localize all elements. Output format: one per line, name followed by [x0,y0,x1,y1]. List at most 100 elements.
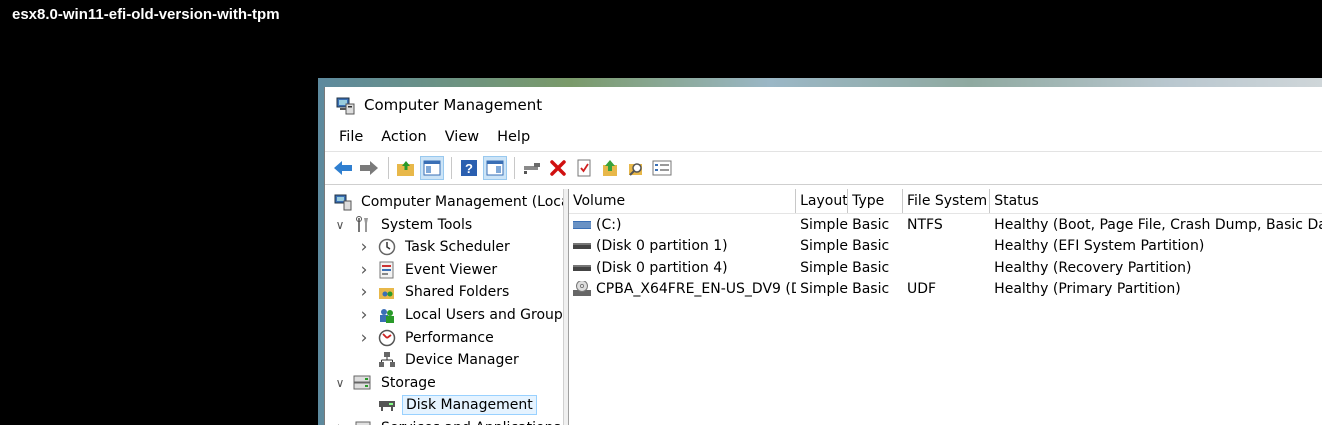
column-header-file-system[interactable]: File System [903,189,991,213]
collapsed-chevron-icon[interactable]: › [357,260,371,280]
column-header-layout[interactable]: Layout [796,189,849,213]
tree-item-label: Shared Folders [405,284,510,301]
back-icon[interactable] [331,156,355,180]
collapsed-chevron-icon[interactable]: › [357,328,371,348]
tree-item-label: Task Scheduler [405,239,510,256]
export-icon[interactable] [598,156,622,180]
status-cell: Healthy (Primary Partition) [994,281,1181,298]
tree-item-system-tools[interactable]: ∨ System Tools [333,214,475,236]
tree-item-event-viewer[interactable]: › Event Viewer [357,259,500,281]
volume-name: (Disk 0 partition 4) [596,259,728,276]
collapsed-chevron-icon[interactable]: › [357,305,371,325]
menu-action[interactable]: Action [372,129,435,145]
toolbar-separator [451,157,452,179]
layout-cell: Simple [800,216,848,233]
column-header-status[interactable]: Status [990,189,1322,213]
volume-cell: (C:) [569,217,796,233]
console-tree[interactable]: Computer Management (Local ∨ System Tools ›… [325,189,564,425]
tree-item-label: Services and Applications [378,419,563,425]
layout-cell: Simple [800,259,848,276]
clock-icon [377,237,397,257]
tree-item-performance[interactable]: › Performance [357,327,497,349]
tree-item-storage[interactable]: ∨ Storage [333,372,439,394]
volume-rows: (C:) Simple Basic NTFS Healthy (Boot, Page F… [569,214,1322,300]
tree-item-label: Event Viewer [405,261,498,278]
shared-folder-icon [377,282,397,302]
list-icon[interactable] [650,156,674,180]
expanded-chevron-icon[interactable]: ∨ [333,218,347,232]
title-bar[interactable]: Computer Management [325,87,1322,123]
tree-item-computer-management-local[interactable]: Computer Management (Local [333,191,564,213]
disk-icon [573,239,591,253]
disk-icon [573,261,591,275]
toolbar: ? [325,151,1322,185]
tree-item-local-users-and-groups[interactable]: › Local Users and Groups [357,304,564,326]
tree-item-label: Disk Management [402,395,537,416]
table-row[interactable]: (Disk 0 partition 1) Simple Basic Healthy (… [569,236,1322,258]
show-hide-action-pane-icon[interactable] [483,156,507,180]
disk-management-icon [377,395,397,415]
volume-list-header: Volume Layout Type File System Status [569,189,1322,214]
volume-cell: CPBA_X64FRE_EN-US_DV9 (D:) [569,281,796,297]
column-header-type[interactable]: Type [848,189,903,213]
tree-item-label: Local Users and Groups [405,307,564,323]
tree-item-services-and-applications[interactable]: › Services and Applications [333,417,563,425]
menu-file[interactable]: File [330,129,372,145]
tree-item-task-scheduler[interactable]: › Task Scheduler [357,236,513,258]
delete-icon[interactable] [546,156,570,180]
status-cell: Healthy (EFI System Partition) [994,238,1205,255]
striped-disk-icon [573,218,591,232]
type-cell: Basic [852,281,890,298]
table-row[interactable]: (Disk 0 partition 4) Simple Basic Healthy (… [569,257,1322,279]
content-panes: Computer Management (Local ∨ System Tools ›… [325,189,1322,425]
forward-icon[interactable] [357,156,381,180]
collapsed-chevron-icon[interactable]: › [357,237,371,257]
services-icon [353,418,373,425]
layout-cell: Simple [800,238,848,255]
properties-icon[interactable] [572,156,596,180]
tree-item-label: Storage [381,374,436,391]
tree-item-label: Performance [405,329,494,346]
performance-icon [377,328,397,348]
table-row[interactable]: CPBA_X64FRE_EN-US_DV9 (D:) Simple Basic UDF… [569,279,1322,301]
volume-cell: (Disk 0 partition 4) [569,260,796,276]
device-manager-icon [377,350,397,370]
computer-management-window[interactable]: Computer Management File Action View Hel… [324,87,1322,425]
help-icon[interactable]: ? [457,156,481,180]
volume-cell: (Disk 0 partition 1) [569,238,796,254]
volume-name: (C:) [596,216,622,233]
toolbar-separator [514,157,515,179]
expanded-chevron-icon[interactable]: ∨ [333,376,347,390]
column-header-volume[interactable]: Volume [569,189,797,213]
tree-item-shared-folders[interactable]: › Shared Folders [357,281,512,303]
menu-view[interactable]: View [436,129,488,145]
menu-bar: File Action View Help [325,123,1322,151]
tree-item-label: Computer Management (Local [361,194,564,210]
table-row[interactable]: (C:) Simple Basic NTFS Healthy (Boot, Page F… [569,214,1322,236]
status-cell: Healthy (Boot, Page File, Crash Dump, Ba… [994,216,1322,233]
volume-name: CPBA_X64FRE_EN-US_DV9 (D:) [596,281,797,298]
search-icon[interactable] [624,156,648,180]
menu-help[interactable]: Help [488,129,539,145]
svg-text:?: ? [465,161,473,176]
type-cell: Basic [852,238,890,255]
collapsed-chevron-icon[interactable]: › [357,282,371,302]
toolbar-separator [388,157,389,179]
tree-item-label: Device Manager [405,352,519,369]
show-hide-tree-icon[interactable] [420,156,444,180]
vm-title: esx8.0-win11-efi-old-version-with-tpm [12,6,280,23]
tree-item-disk-management[interactable]: Disk Management [357,394,537,416]
tree-item-device-manager[interactable]: Device Manager [357,349,522,371]
file-system-cell: NTFS [906,216,943,233]
collapsed-chevron-icon[interactable]: › [333,418,347,425]
cd-drive-icon [573,281,591,297]
connect-icon[interactable] [520,156,544,180]
volume-list[interactable]: Volume Layout Type File System Status (C… [569,189,1322,425]
computer-management-icon [333,192,353,212]
event-viewer-icon [377,260,397,280]
volume-name: (Disk 0 partition 1) [596,238,728,255]
type-cell: Basic [852,259,890,276]
up-folder-icon[interactable] [394,156,418,180]
window-title: Computer Management [364,96,543,114]
users-icon [377,305,397,325]
